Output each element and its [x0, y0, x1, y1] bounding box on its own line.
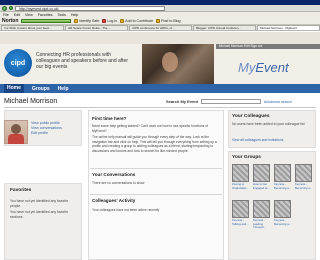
view-all-colleagues-link[interactable]: View all colleagues and invitations — [232, 138, 283, 142]
cipd-logo[interactable]: cipd — [4, 49, 32, 77]
menu-tools[interactable]: Tools — [58, 13, 66, 17]
contribute-icon — [120, 19, 125, 23]
first-time-help-text: The online help manual will guide you th… — [92, 135, 217, 153]
first-time-intro: Need some help getting started? Can't wo… — [92, 124, 209, 133]
search-bar: Search My Event Advanced search — [166, 99, 292, 104]
nav-groups[interactable]: Groups — [32, 86, 50, 92]
address-bar: http://myevent.cipd.co.uk/ — [0, 5, 320, 12]
identity-safe-button[interactable]: Identity Safe — [74, 19, 99, 23]
browser-tab-bar: I've Wish to learn about your feed... HR… — [0, 25, 320, 31]
group-link[interactable]: Keynote - Becoming a... — [274, 183, 293, 190]
avatar[interactable] — [4, 120, 28, 144]
browser-tab[interactable]: CIPD conference for HRPs, of... — [129, 25, 192, 30]
menu-view[interactable]: View — [25, 13, 33, 17]
view-conversations-link[interactable]: View conversations — [31, 126, 62, 130]
colleagues-empty-text: No users have been added to your colleag… — [232, 122, 305, 126]
page-title: Michael Morrison — [4, 98, 58, 105]
colleagues-activity-title: Colleagues' Activity — [92, 198, 136, 203]
browser-tab[interactable]: HR Space Forum Rules - The ... — [65, 25, 128, 30]
colleagues-activity-text: Your colleagues have not been active rec… — [92, 208, 160, 212]
search-label: Search My Event — [166, 99, 199, 104]
myevent-logo-event: Event — [255, 60, 289, 75]
conversations-empty-text: There are no conversations to show — [92, 181, 145, 185]
blog-icon — [156, 19, 161, 23]
edit-profile-link[interactable]: Edit profile — [31, 131, 48, 135]
group-link[interactable]: Flexing or Organisatio... — [232, 183, 251, 190]
identity-safe-label: Identity Safe — [79, 19, 100, 23]
post-to-blog-label: Post to Blog — [161, 19, 181, 23]
group-thumbnail[interactable] — [232, 164, 249, 182]
group-thumbnail[interactable] — [253, 164, 270, 182]
divider — [90, 168, 222, 169]
log-in-icon — [102, 19, 107, 23]
url-field[interactable]: http://myevent.cipd.co.uk/ — [15, 5, 165, 11]
conversations-title: Your Conversations — [92, 172, 136, 177]
main-nav: Home Groups Help — [0, 84, 320, 93]
group-thumbnail[interactable] — [274, 200, 291, 218]
signin-bar[interactable]: Michael Morrison Edit Sign out — [216, 44, 320, 49]
browser-tab[interactable]: Blogger: CIPD Annual Conferen... — [193, 25, 256, 30]
nav-help[interactable]: Help — [58, 86, 69, 92]
group-link[interactable]: Keynote - Becoming a... — [274, 219, 293, 226]
favorites-sections-text: You have not yet identified any favorite… — [10, 210, 69, 219]
search-input[interactable] — [201, 99, 262, 104]
norton-logo: Norton — [2, 18, 19, 24]
header-tagline: Connecting HR professionals with colleag… — [36, 52, 129, 70]
group-thumbnail[interactable] — [274, 164, 291, 182]
browser-tab-active[interactable]: Michael Morrison - MyEvent — [257, 25, 320, 30]
myevent-logo-my: My — [238, 60, 256, 75]
nav-home[interactable]: Home — [4, 84, 24, 93]
group-thumbnail[interactable] — [295, 164, 312, 182]
back-icon[interactable] — [2, 5, 7, 11]
first-time-title: First time here? — [92, 116, 127, 121]
post-to-blog-button[interactable]: Post to Blog — [156, 19, 181, 23]
menu-help[interactable]: Help — [71, 13, 78, 17]
header-photo — [142, 44, 214, 84]
divider — [90, 194, 222, 195]
advanced-search-link[interactable]: Advanced search — [264, 100, 292, 104]
group-link[interactable]: Keynote - Becoming a... — [295, 183, 314, 190]
divider — [4, 107, 316, 108]
header-strip — [0, 32, 320, 44]
identity-safe-icon — [74, 19, 79, 23]
norton-status-bar — [21, 19, 72, 23]
add-contribute-label: Add to Contribute — [125, 19, 154, 23]
menu-file[interactable]: File — [3, 13, 9, 17]
group-link[interactable]: Keynote - Leading Through... — [253, 219, 272, 230]
groups-title: Your Groups — [232, 155, 261, 160]
group-thumbnail[interactable] — [253, 200, 270, 218]
colleagues-title: Your Colleagues — [232, 114, 270, 119]
favorites-panel — [4, 183, 82, 260]
add-contribute-button[interactable]: Add to Contribute — [120, 19, 153, 23]
forward-icon[interactable] — [9, 6, 13, 10]
menu-edit[interactable]: Edit — [14, 13, 20, 17]
myevent-logo: MyEvent — [238, 60, 289, 75]
group-link[interactable]: How to Get Engaged at... — [253, 183, 272, 190]
favorites-people-text: You have not yet identified any favorite… — [10, 199, 69, 208]
log-in-button[interactable]: Log in — [102, 19, 117, 23]
favorites-title: Favorites — [10, 188, 32, 193]
group-thumbnail[interactable] — [232, 200, 249, 218]
view-public-profile-link[interactable]: View public profile — [31, 121, 60, 125]
browser-tab[interactable]: I've Wish to learn about your feed... — [1, 25, 64, 30]
menu-favorites[interactable]: Favorites — [38, 13, 53, 17]
browser-toolbar: Norton Identity Safe Log in Add to Contr… — [0, 18, 320, 25]
group-link[interactable]: Keynote - Talking and... — [232, 219, 251, 226]
log-in-label: Log in — [107, 19, 118, 23]
